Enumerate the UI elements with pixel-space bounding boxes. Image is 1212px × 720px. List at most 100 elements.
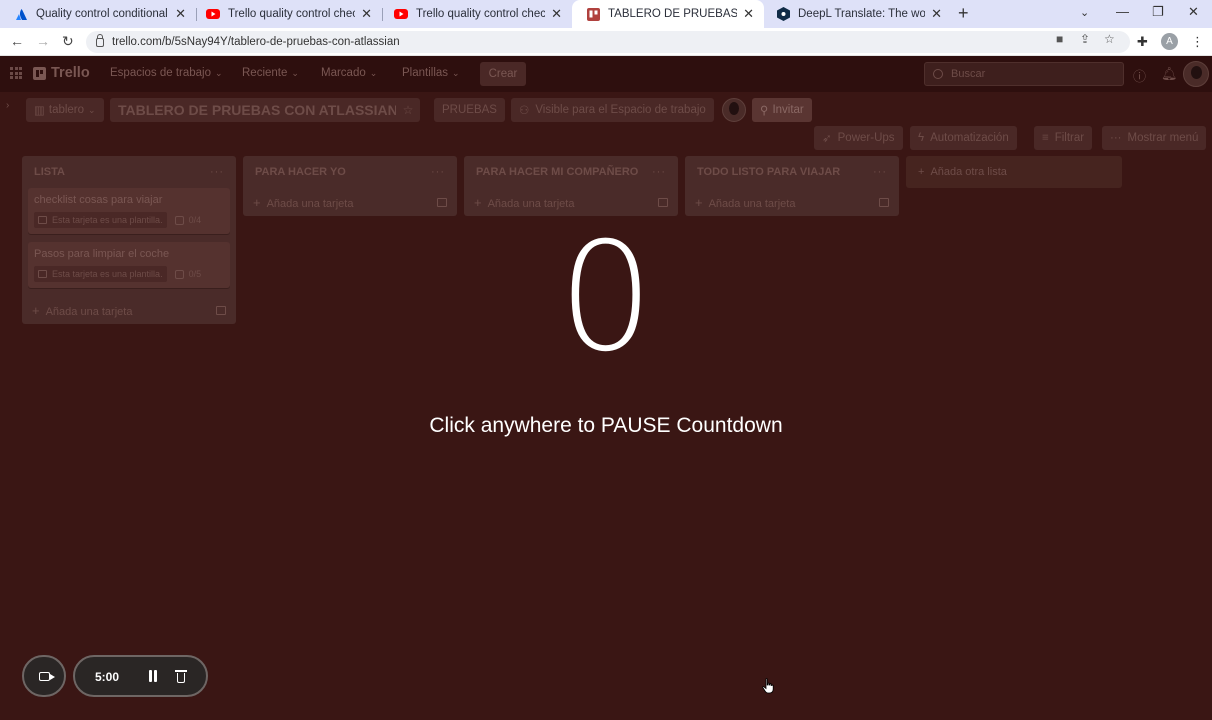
- notification-bell-icon[interactable]: 🔔︎: [1161, 66, 1178, 82]
- browser-tab[interactable]: Trello quality control checklist - Y ✕: [380, 0, 572, 28]
- countdown-number[interactable]: 0: [0, 218, 1212, 378]
- search-input[interactable]: Buscar: [924, 62, 1124, 86]
- list-title[interactable]: PARA HACER MI COMPAÑERO: [476, 166, 638, 178]
- filter-icon: ≡: [1042, 132, 1049, 144]
- nav-starred[interactable]: Marcado ⌄: [321, 67, 377, 79]
- trello-icon: [586, 7, 600, 21]
- nav-workspaces[interactable]: Espacios de trabajo ⌄: [110, 67, 223, 79]
- browser-toolbar: ← → ↻ trello.com/b/5sNay94Y/tablero-de-p…: [0, 28, 1212, 56]
- bookmark-star-icon[interactable]: ☆: [1104, 32, 1115, 46]
- powerups-button[interactable]: ➶ Power-Ups: [814, 126, 903, 150]
- info-icon[interactable]: ⓘ: [1133, 66, 1146, 85]
- back-arrow-icon[interactable]: ←: [10, 33, 24, 49]
- reload-icon[interactable]: ↻: [62, 33, 74, 50]
- tab-title: Trello quality control checklist - Y: [416, 8, 546, 20]
- list-menu-icon[interactable]: ···: [873, 166, 887, 178]
- list-menu-icon[interactable]: ···: [652, 166, 666, 178]
- star-icon[interactable]: ☆: [396, 98, 420, 122]
- tab-title: Quality control conditional card: [36, 8, 169, 20]
- close-window-icon[interactable]: ✕: [1188, 4, 1199, 20]
- browser-menu-icon[interactable]: ⋮: [1191, 34, 1204, 50]
- minimize-icon[interactable]: —: [1116, 4, 1129, 19]
- add-person-icon: ⚲: [760, 105, 769, 117]
- tab-title: DeepL Translate: The world's mo: [798, 8, 926, 20]
- trello-app: Trello Espacios de trabajo ⌄ Reciente ⌄ Ma…: [0, 56, 1212, 720]
- chevron-down-icon: ⌄: [369, 68, 378, 78]
- plus-icon: +: [695, 194, 703, 210]
- list: PARA HACER MI COMPAÑERO ··· + Añada una t…: [464, 156, 678, 216]
- browser-tab-strip: Quality control conditional card ✕ Trell…: [0, 0, 1212, 28]
- show-menu-button[interactable]: ··· Mostrar menú: [1102, 126, 1207, 150]
- search-icon: [933, 69, 943, 79]
- list-title[interactable]: TODO LISTO PARA VIAJAR: [697, 166, 840, 178]
- plus-icon: +: [474, 194, 482, 210]
- board-view-icon: ▥: [34, 105, 45, 117]
- recorder-controls: 5:00: [73, 655, 208, 697]
- close-tab-icon[interactable]: ✕: [743, 6, 754, 22]
- lightning-icon: ϟ: [918, 132, 925, 144]
- trello-logo-icon: [33, 66, 46, 80]
- create-from-template-icon[interactable]: [658, 197, 668, 207]
- share-icon[interactable]: ⇪: [1080, 32, 1090, 46]
- chevron-down-icon: ⌄: [215, 68, 223, 78]
- browser-tab[interactable]: DeepL Translate: The world's mo ✕: [762, 0, 952, 28]
- list-menu-icon[interactable]: ···: [210, 166, 224, 178]
- address-bar[interactable]: trello.com/b/5sNay94Y/tablero-de-pruebas…: [86, 31, 1130, 53]
- list: PARA HACER YO ··· + Añada una tarjeta: [243, 156, 457, 216]
- close-tab-icon[interactable]: ✕: [361, 6, 372, 22]
- youtube-icon: [394, 7, 408, 21]
- list-title[interactable]: LISTA: [34, 166, 65, 178]
- trello-top-nav: Trello Espacios de trabajo ⌄ Reciente ⌄ Ma…: [0, 56, 1212, 92]
- automation-button[interactable]: ϟ Automatización: [910, 126, 1017, 150]
- create-button[interactable]: Crear: [480, 62, 526, 86]
- rocket-icon: ➶: [822, 133, 832, 145]
- create-from-template-icon[interactable]: [437, 197, 447, 207]
- user-avatar[interactable]: [1183, 61, 1209, 87]
- add-list-button[interactable]: + Añada otra lista: [906, 156, 1122, 188]
- chevron-right-icon[interactable]: ›: [6, 100, 9, 111]
- trello-logo[interactable]: Trello: [33, 65, 90, 81]
- search-placeholder: Buscar: [951, 68, 986, 80]
- plus-icon: +: [918, 166, 925, 178]
- countdown-message[interactable]: Click anywhere to PAUSE Countdown: [0, 414, 1212, 438]
- board-view-switcher[interactable]: ▥ tablero ⌄: [26, 98, 104, 122]
- visibility-button[interactable]: ⚇ Visible para el Espacio de trabajo: [511, 98, 714, 122]
- add-card-button[interactable]: + Añada una tarjeta: [243, 188, 457, 216]
- pause-icon[interactable]: [148, 670, 158, 682]
- tab-title: TABLERO DE PRUEBAS CON ATLA: [608, 8, 738, 20]
- card-title: checklist cosas para viajar: [34, 194, 163, 206]
- lock-icon: [96, 33, 104, 47]
- app-switcher-icon[interactable]: [10, 67, 22, 79]
- invite-button[interactable]: ⚲ Invitar: [752, 98, 812, 122]
- plus-icon: +: [253, 194, 261, 210]
- add-card-button[interactable]: + Añada una tarjeta: [685, 188, 899, 216]
- list: TODO LISTO PARA VIAJAR ··· + Añada una ta…: [685, 156, 899, 216]
- nav-recent[interactable]: Reciente ⌄: [242, 67, 299, 79]
- list-title[interactable]: PARA HACER YO: [255, 166, 346, 178]
- close-tab-icon[interactable]: ✕: [931, 6, 942, 22]
- browser-tab-active[interactable]: TABLERO DE PRUEBAS CON ATLA ✕: [572, 0, 764, 28]
- close-tab-icon[interactable]: ✕: [551, 6, 562, 22]
- close-tab-icon[interactable]: ✕: [175, 6, 186, 22]
- board-header: › ▥ tablero ⌄ TABLERO DE PRUEBAS CON ATL…: [0, 92, 1212, 128]
- new-tab-icon[interactable]: +: [958, 3, 969, 24]
- trello-logo-text: Trello: [51, 65, 90, 81]
- restore-window-icon[interactable]: ❐: [1152, 4, 1164, 20]
- camera-icon[interactable]: ■: [1056, 32, 1063, 46]
- workspace-button[interactable]: PRUEBAS: [434, 98, 505, 122]
- browser-tab[interactable]: Quality control conditional card ✕: [0, 0, 196, 28]
- member-avatar[interactable]: [722, 98, 746, 122]
- atlassian-icon: [14, 7, 28, 21]
- trash-icon[interactable]: [175, 669, 187, 683]
- profile-avatar[interactable]: A: [1161, 33, 1178, 50]
- board-title[interactable]: TABLERO DE PRUEBAS CON ATLASSIAN: [110, 98, 406, 122]
- extensions-puzzle-icon[interactable]: ✚: [1137, 34, 1148, 50]
- create-from-template-icon[interactable]: [879, 197, 889, 207]
- camera-toggle-button[interactable]: [22, 655, 66, 697]
- list-menu-icon[interactable]: ···: [431, 166, 445, 178]
- browser-tab[interactable]: Trello quality control checklist - Y ✕: [192, 0, 382, 28]
- forward-arrow-icon[interactable]: →: [36, 33, 50, 49]
- tab-search-chevron-icon[interactable]: ⌄: [1080, 6, 1089, 19]
- nav-templates[interactable]: Plantillas ⌄: [402, 67, 460, 79]
- filter-button[interactable]: ≡ Filtrar: [1034, 126, 1093, 150]
